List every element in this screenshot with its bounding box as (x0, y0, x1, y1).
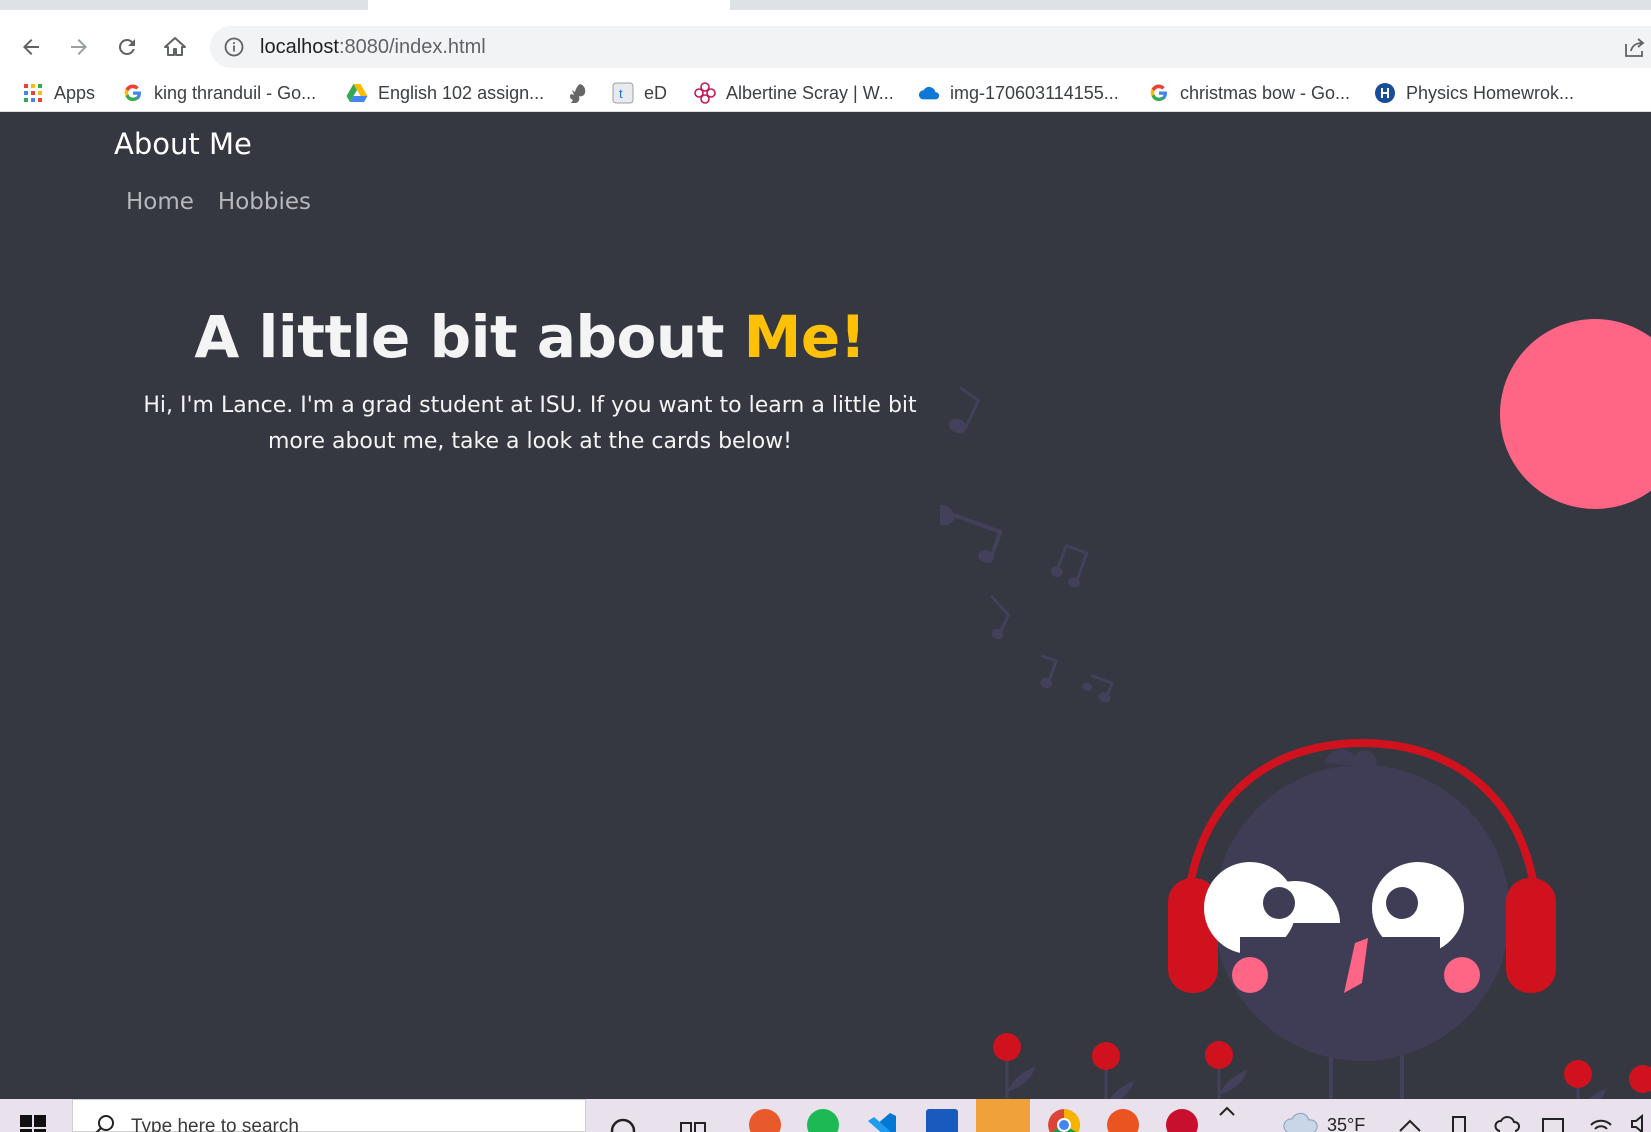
bookmark-label: Albertine Scray | W... (726, 82, 894, 103)
nav-link-hobbies[interactable]: Hobbies (218, 189, 311, 215)
bookmark-label: English 102 assign... (378, 82, 545, 103)
browser-toolbar: localhost:8080/index.html (0, 10, 1651, 74)
home-icon[interactable] (1398, 1115, 1422, 1132)
bird-tuft-shape (1324, 749, 1377, 767)
bookmark-label: Physics Homewrok... (1406, 82, 1575, 103)
device-icon[interactable] (1448, 1113, 1470, 1132)
bookmark-albertine[interactable]: Albertine Scray | W... (694, 74, 894, 112)
url-text[interactable]: localhost:8080/index.html (260, 36, 486, 59)
bookmark-apps[interactable]: Apps (22, 74, 95, 112)
bookmark-label: christmas bow - Go... (1180, 82, 1351, 103)
share-icon[interactable] (1623, 36, 1647, 58)
active-tab[interactable] (368, 0, 730, 10)
chrome-icon[interactable] (1048, 1109, 1080, 1132)
search-icon (95, 1115, 114, 1132)
navbar-brand[interactable]: About Me (114, 127, 252, 161)
taskbar-search-input[interactable]: Type here to search (72, 1099, 586, 1132)
tab-strip (0, 0, 1651, 10)
pink-sun-shape (1500, 319, 1651, 509)
bookmark-label: king thranduil - Go... (154, 82, 317, 103)
hero-description: Hi, I'm Lance. I'm a grad student at ISU… (143, 393, 917, 454)
headphone-right-cup (1506, 878, 1556, 993)
bookmark-img[interactable]: img-170603114155... (918, 74, 1119, 112)
hero-title-main: A little bit about (194, 303, 744, 371)
bird-left-cheek (1232, 957, 1268, 993)
task-view-icon[interactable] (677, 1109, 709, 1132)
word-icon[interactable] (926, 1109, 958, 1132)
wifi-icon[interactable] (1588, 1113, 1614, 1132)
bookmark-label: Apps (54, 82, 96, 103)
speaker-icon[interactable] (1630, 1113, 1650, 1132)
origin-app-icon[interactable] (749, 1109, 781, 1132)
onedrive-icon (918, 82, 940, 104)
google-drive-icon (346, 82, 368, 104)
windows-start-icon[interactable] (20, 1115, 46, 1132)
music-notes-decoration (940, 386, 1114, 703)
bookmark-label: img-170603114155... (950, 82, 1119, 103)
url-host: localhost (260, 36, 339, 58)
weather-temperature[interactable]: 35°F (1327, 1115, 1365, 1132)
back-arrow-icon (23, 39, 39, 55)
windows-taskbar: Type here to search 35°F (0, 1099, 1651, 1132)
back-button[interactable] (14, 30, 48, 64)
main-nav: Home Hobbies (126, 189, 311, 215)
hero-title: A little bit about Me! (110, 303, 950, 371)
page-viewport: About Me Home Hobbies A little bit about… (0, 113, 1651, 1099)
spotify-icon[interactable] (807, 1109, 839, 1132)
vscode-icon[interactable] (866, 1109, 898, 1132)
university-icon (1374, 82, 1396, 104)
flower-icon (694, 82, 716, 104)
ubuntu-icon[interactable] (1107, 1109, 1139, 1132)
red-app-icon[interactable] (1166, 1109, 1198, 1132)
google-icon (122, 82, 144, 104)
bird-headphones-illustration (940, 319, 1651, 1099)
active-app-docker-icon[interactable] (976, 1099, 1030, 1132)
bird-right-cheek (1444, 957, 1480, 993)
bookmark-label: eD (644, 82, 668, 103)
nav-link-home[interactable]: Home (126, 189, 194, 215)
cortana-icon[interactable] (607, 1109, 639, 1132)
bookmark-christmas-bow[interactable]: christmas bow - Go... (1148, 74, 1350, 112)
info-icon[interactable] (224, 37, 244, 57)
network-icon[interactable] (1540, 1113, 1566, 1132)
bookmark-ed[interactable]: t eD (612, 74, 667, 112)
url-path: :8080/index.html (338, 36, 486, 58)
google-icon (1148, 82, 1170, 104)
chevron-up-icon[interactable] (1216, 1103, 1238, 1119)
reload-button[interactable] (110, 30, 144, 64)
home-icon (164, 37, 186, 56)
forward-arrow-icon (71, 39, 87, 55)
search-placeholder: Type here to search (131, 1116, 299, 1132)
hero-title-accent: Me! (743, 303, 867, 371)
apps-grid-icon (22, 82, 44, 104)
bookmark-physics[interactable]: Physics Homewrok... (1374, 74, 1574, 112)
t-icon: t (612, 82, 634, 104)
cloud-sync-icon[interactable] (1494, 1113, 1520, 1132)
address-bar[interactable]: localhost:8080/index.html (210, 26, 1651, 68)
bookmark-english-102[interactable]: English 102 assign... (346, 74, 544, 112)
bookmark-squirrel[interactable] (566, 74, 598, 112)
home-button[interactable] (158, 30, 192, 64)
bookmarks-bar: Apps king thranduil - Go... English 102 … (0, 74, 1651, 112)
weather-cloud-icon[interactable] (1282, 1111, 1320, 1132)
forward-button[interactable] (62, 30, 96, 64)
squirrel-icon (566, 82, 588, 104)
bookmark-king-thranduil[interactable]: king thranduil - Go... (122, 74, 316, 112)
svg-text:t: t (619, 86, 623, 101)
reload-icon (118, 38, 135, 55)
